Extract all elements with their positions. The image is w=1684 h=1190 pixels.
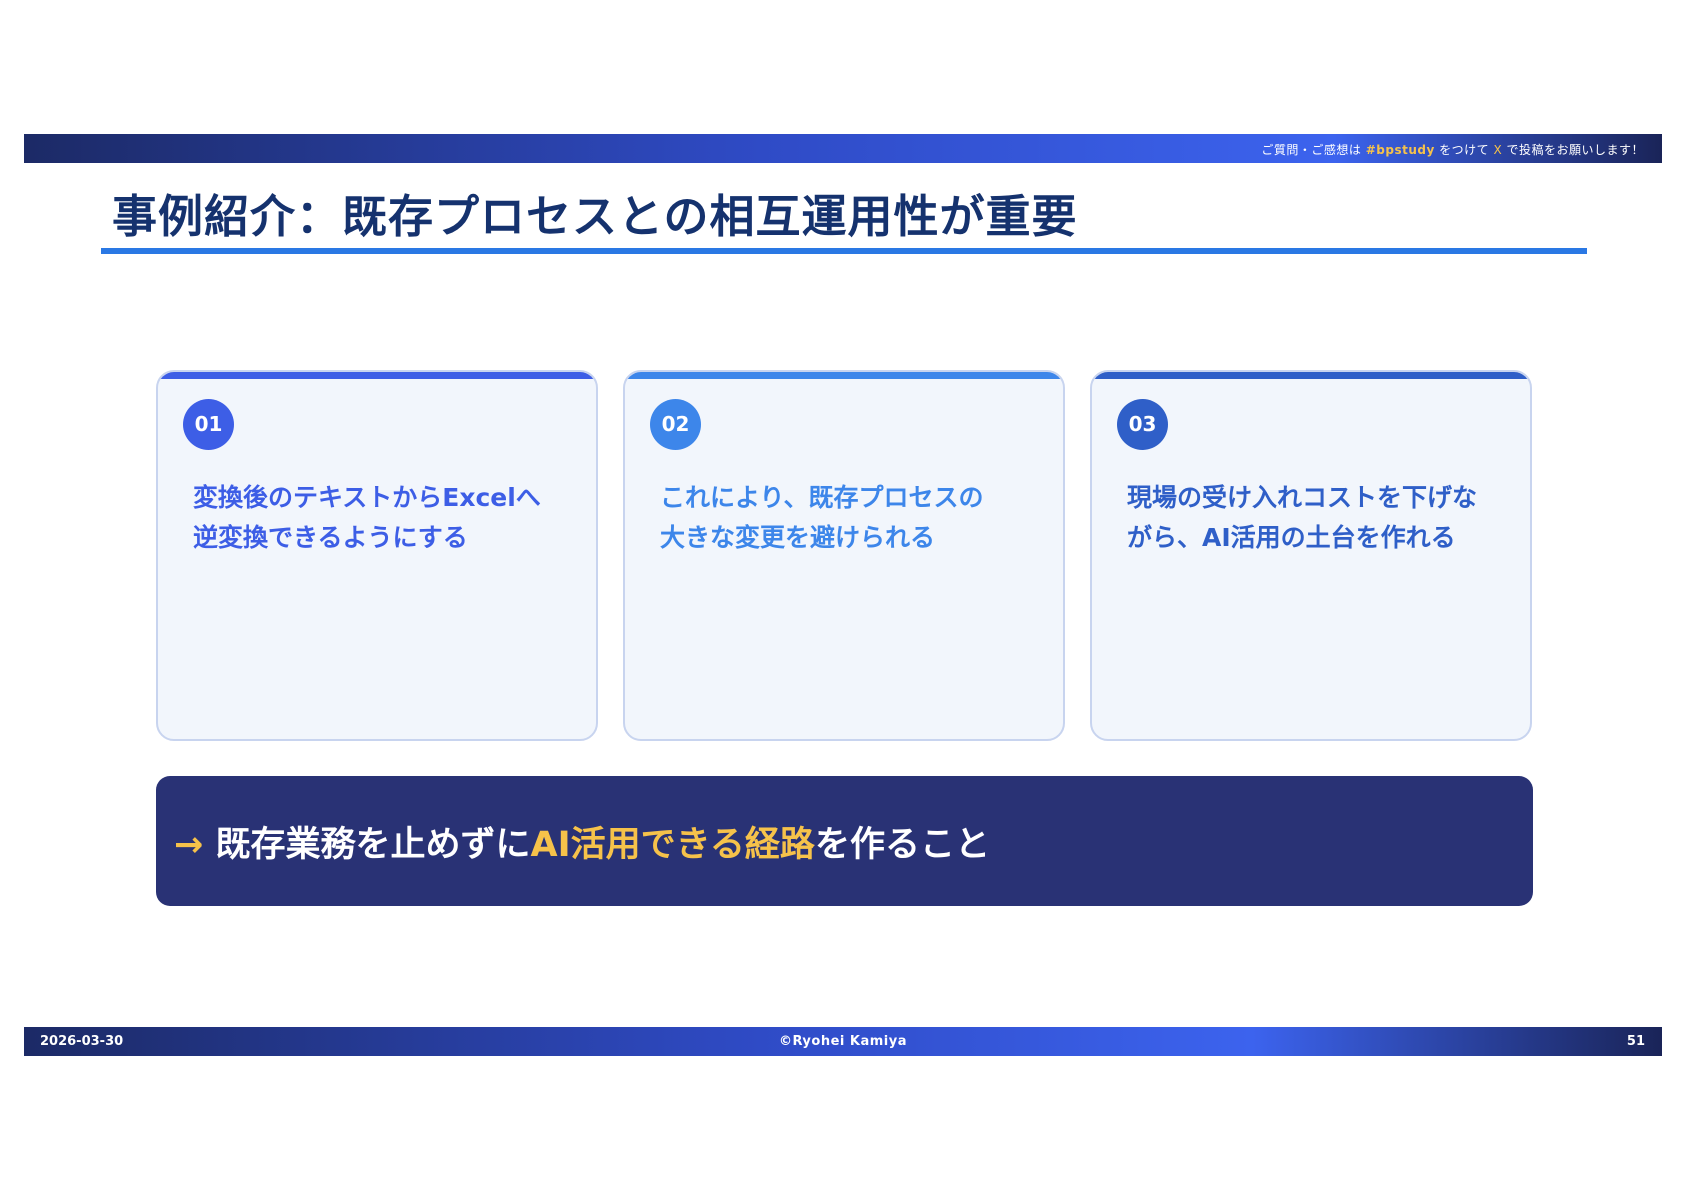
conclusion-text: → 既存業務を止めずにAI活用できる経路を作ること — [174, 816, 990, 867]
conclusion-highlight: AI活用できる経路 — [530, 825, 815, 865]
title-underline — [101, 248, 1587, 254]
card-text: 現場の受け入れコストを下げな がら、AI活用の土台を作れる — [1127, 478, 1507, 558]
card-accent-bar — [1092, 372, 1530, 379]
arrow-icon: → — [174, 825, 204, 865]
card-text: 変換後のテキストからExcelへ 逆変換できるようにする — [193, 478, 573, 558]
header-note-middle: をつけて — [1434, 143, 1494, 157]
conclusion-prefix: 既存業務を止めずに — [203, 825, 531, 865]
card-text-line: 変換後のテキストからExcelへ — [193, 483, 541, 512]
card-text-line: がら、AI活用の土台を作れる — [1127, 523, 1456, 552]
card-text-line: 逆変換できるようにする — [193, 523, 468, 552]
x-label: X — [1493, 143, 1503, 157]
page-number: 51 — [1626, 1034, 1645, 1049]
card-text: これにより、既存プロセスの 大きな変更を避けられる — [660, 478, 1040, 558]
conclusion-banner: → 既存業務を止めずにAI活用できる経路を作ること — [156, 776, 1533, 906]
header-note-prefix: ご質問・ご感想は — [1261, 143, 1366, 157]
card-number-badge: 01 — [183, 399, 234, 450]
header-note-suffix: で投稿をお願いします！ — [1502, 143, 1644, 157]
card-number-badge: 03 — [1117, 399, 1168, 450]
header-bar: ご質問・ご感想は #bpstudy をつけて X で投稿をお願いします！ — [24, 134, 1662, 163]
card-text-line: 現場の受け入れコストを下げな — [1127, 483, 1478, 512]
card-number-badge: 02 — [650, 399, 701, 450]
point-card-1: 01 変換後のテキストからExcelへ 逆変換できるようにする — [156, 370, 598, 741]
card-accent-bar — [158, 372, 596, 379]
footer-copyright: ©Ryohei Kamiya — [779, 1034, 907, 1049]
footer-bar: 2026-03-30 ©Ryohei Kamiya 51 — [24, 1027, 1662, 1056]
point-card-2: 02 これにより、既存プロセスの 大きな変更を避けられる — [623, 370, 1065, 741]
card-text-line: 大きな変更を避けられる — [660, 523, 936, 552]
card-text-line: これにより、既存プロセスの — [660, 483, 984, 512]
header-note: ご質問・ご感想は #bpstudy をつけて X で投稿をお願いします！ — [1261, 141, 1644, 158]
conclusion-suffix: を作ること — [814, 825, 990, 865]
point-card-3: 03 現場の受け入れコストを下げな がら、AI活用の土台を作れる — [1090, 370, 1532, 741]
hashtag-label: #bpstudy — [1365, 143, 1435, 157]
slide-title: 事例紹介：既存プロセスとの相互運用性が重要 — [112, 190, 1078, 243]
card-accent-bar — [625, 372, 1063, 379]
